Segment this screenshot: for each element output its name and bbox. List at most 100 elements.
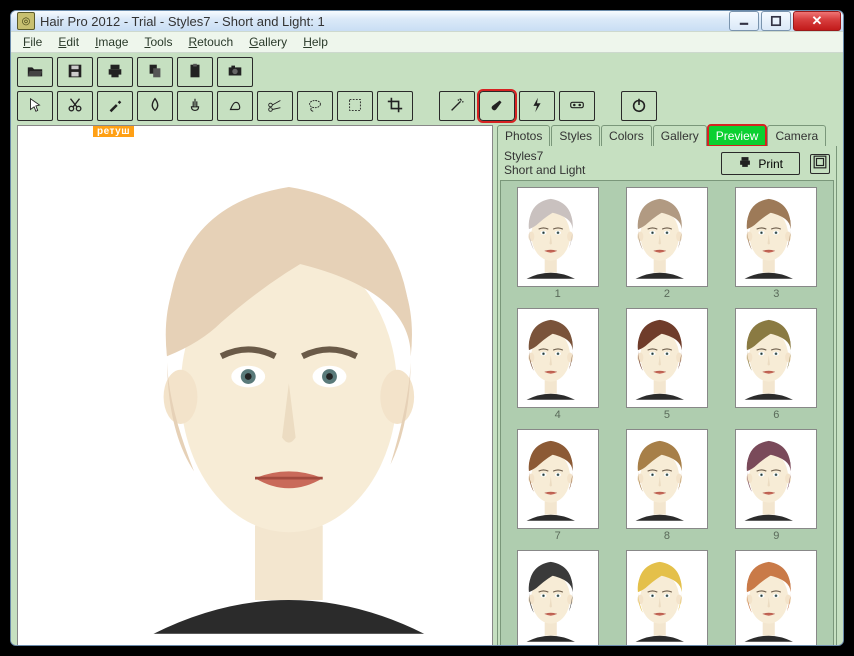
camera-button[interactable] (217, 57, 253, 87)
window: ◎ Hair Pro 2012 - Trial - Styles7 - Shor… (10, 10, 844, 646)
open-button[interactable] (17, 57, 53, 87)
tape-tool[interactable] (559, 91, 595, 121)
titlebar: ◎ Hair Pro 2012 - Trial - Styles7 - Shor… (11, 11, 843, 31)
scissors-alt-icon (266, 96, 284, 117)
tab-gallery[interactable]: Gallery (653, 125, 707, 146)
minimize-button[interactable] (729, 11, 759, 31)
thumb-label: 3 (773, 288, 779, 300)
menu-retouch[interactable]: Retouch (180, 32, 241, 52)
eyedropper-icon (106, 96, 124, 117)
crop-icon (386, 96, 404, 117)
preview-thumb[interactable]: 3 (726, 187, 827, 300)
scissors-tool[interactable] (57, 91, 93, 121)
cursor-icon (26, 96, 44, 117)
preview-grid[interactable]: 1 2 3 4 5 6 7 8 9 10 11 12 (500, 180, 834, 646)
paste-icon (186, 62, 204, 83)
folder-open-icon (26, 62, 44, 83)
canvas[interactable]: ретуш (17, 125, 493, 646)
scissors-icon (66, 96, 84, 117)
printer-icon (106, 62, 124, 83)
tab-camera[interactable]: Camera (767, 125, 826, 146)
power-button[interactable] (621, 91, 657, 121)
tab-colors[interactable]: Colors (601, 125, 652, 146)
lasso-tool[interactable] (297, 91, 333, 121)
panel-print-label: Print (758, 157, 783, 171)
app-icon: ◎ (17, 12, 35, 30)
preview-thumb[interactable]: 10 (507, 550, 608, 646)
side-panel: Photos Styles Colors Gallery Preview Cam… (497, 125, 837, 646)
tab-styles[interactable]: Styles (551, 125, 600, 146)
smudge-tool[interactable] (177, 91, 213, 121)
thumb-label: 7 (555, 530, 561, 542)
menu-edit[interactable]: Edit (50, 32, 87, 52)
preview-thumb[interactable]: 11 (616, 550, 717, 646)
tabs: Photos Styles Colors Gallery Preview Cam… (497, 125, 837, 146)
selection-tool[interactable] (337, 91, 373, 121)
client-area: ретуш Photos Styles Colors Gallery Previ… (11, 53, 843, 646)
thumb-label: 6 (773, 409, 779, 421)
preview-thumb[interactable]: 8 (616, 429, 717, 542)
menu-image[interactable]: Image (87, 32, 136, 52)
menubar: File Edit Image Tools Retouch Gallery He… (11, 31, 843, 53)
wand-tool[interactable] (439, 91, 475, 121)
thumb-label: 2 (664, 288, 670, 300)
brush-tool[interactable] (479, 91, 515, 121)
thumb-label: 4 (555, 409, 561, 421)
copy-icon (146, 62, 164, 83)
panel-print-button[interactable]: Print (721, 152, 800, 175)
toolbar-row-tools (17, 91, 837, 121)
thumb-label: 9 (773, 530, 779, 542)
menu-gallery[interactable]: Gallery (241, 32, 295, 52)
panel-title-line2: Short and Light (504, 164, 585, 178)
finger-paint-icon (226, 96, 244, 117)
preview-thumb[interactable]: 5 (616, 308, 717, 421)
tab-preview[interactable]: Preview (708, 125, 767, 146)
camera-icon (226, 62, 244, 83)
fullscreen-icon (813, 155, 827, 172)
workspace: ретуш Photos Styles Colors Gallery Previ… (17, 125, 837, 646)
flash-tool[interactable] (519, 91, 555, 121)
power-icon (630, 96, 648, 117)
brush-icon (488, 96, 506, 117)
tape-icon (568, 96, 586, 117)
warp-tool[interactable] (217, 91, 253, 121)
lasso-icon (306, 96, 324, 117)
go-out-tool[interactable] (257, 91, 293, 121)
window-title: Hair Pro 2012 - Trial - Styles7 - Short … (40, 14, 325, 29)
marquee-icon (346, 96, 364, 117)
preview-thumb[interactable]: 9 (726, 429, 827, 542)
preview-thumb[interactable]: 12 (726, 550, 827, 646)
crop-tool[interactable] (377, 91, 413, 121)
menu-file[interactable]: File (15, 32, 50, 52)
preview-thumb[interactable]: 6 (726, 308, 827, 421)
drop-icon (146, 96, 164, 117)
watermark: ретуш (93, 126, 134, 137)
flash-icon (528, 96, 546, 117)
preview-thumb[interactable]: 4 (507, 308, 608, 421)
preview-thumb[interactable]: 1 (507, 187, 608, 300)
menu-help[interactable]: Help (295, 32, 336, 52)
copy-button[interactable] (137, 57, 173, 87)
menu-tools[interactable]: Tools (136, 32, 180, 52)
thumb-label: 8 (664, 530, 670, 542)
panel-title-line1: Styles7 (504, 150, 585, 164)
close-button[interactable]: ✕ (793, 11, 841, 31)
thumb-label: 1 (555, 288, 561, 300)
printer-icon (738, 155, 752, 172)
pointer-tool[interactable] (17, 91, 53, 121)
wand-icon (448, 96, 466, 117)
toolbar-row-file (17, 57, 837, 87)
blur-tool[interactable] (137, 91, 173, 121)
finger-icon (186, 96, 204, 117)
preview-thumb[interactable]: 7 (507, 429, 608, 542)
thumb-label: 5 (664, 409, 670, 421)
floppy-icon (66, 62, 84, 83)
save-button[interactable] (57, 57, 93, 87)
fullscreen-button[interactable] (810, 154, 830, 174)
tab-photos[interactable]: Photos (497, 125, 550, 146)
maximize-button[interactable] (761, 11, 791, 31)
preview-thumb[interactable]: 2 (616, 187, 717, 300)
paste-button[interactable] (177, 57, 213, 87)
print-button[interactable] (97, 57, 133, 87)
eyedropper-tool[interactable] (97, 91, 133, 121)
